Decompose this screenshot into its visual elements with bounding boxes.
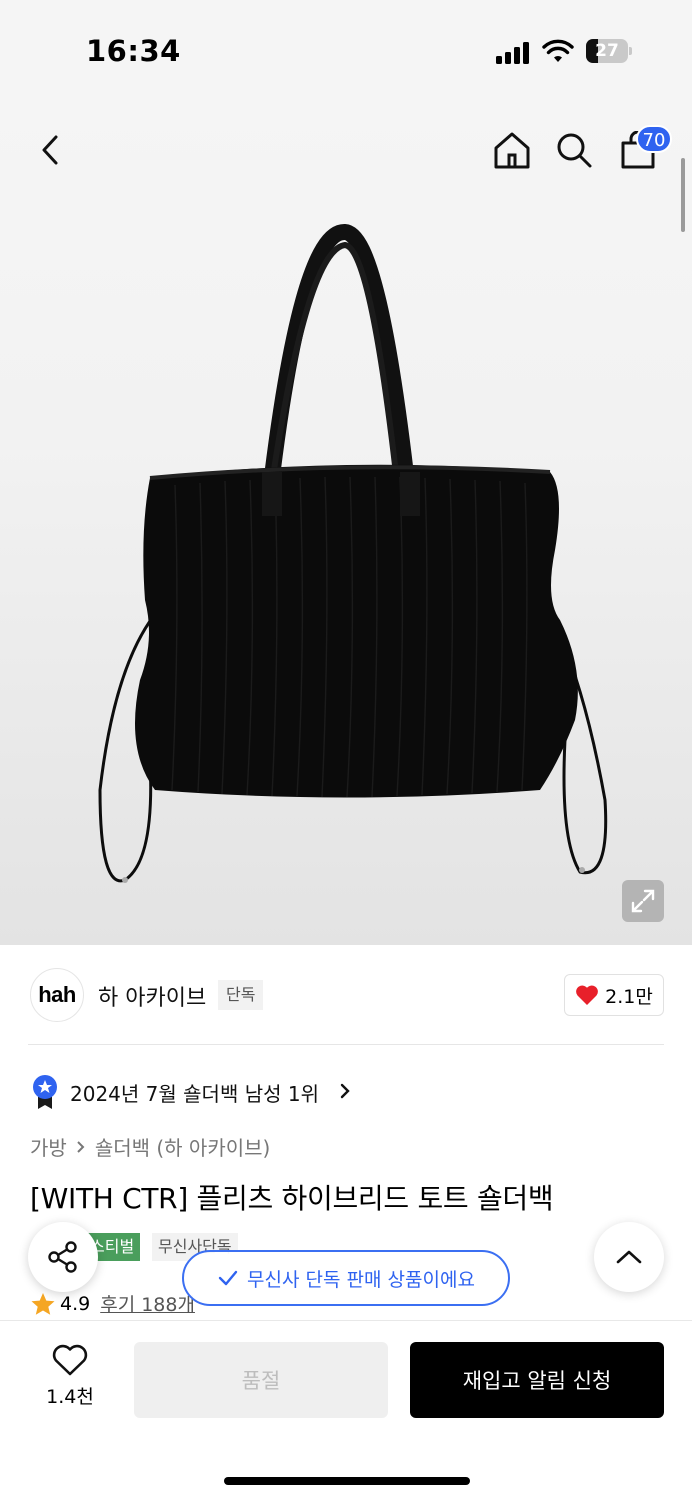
restock-alert-button[interactable]: 재입고 알림 신청 <box>410 1342 664 1418</box>
heart-filled-icon <box>576 985 599 1005</box>
divider <box>28 1044 664 1045</box>
soldout-button[interactable]: 품절 <box>134 1342 388 1418</box>
status-time: 16:34 <box>86 34 181 68</box>
brand-like-button[interactable]: 2.1만 <box>564 974 664 1016</box>
cart-count-badge: 70 <box>636 125 672 153</box>
cellular-signal-icon <box>496 40 532 64</box>
scrollbar[interactable] <box>681 158 685 232</box>
star-icon <box>31 1292 55 1315</box>
heart-outline-icon <box>52 1344 88 1376</box>
home-icon <box>494 132 530 169</box>
home-indicator <box>224 1477 470 1485</box>
chevron-up-icon <box>616 1250 642 1264</box>
back-button[interactable] <box>26 126 74 174</box>
wishlist-button[interactable]: 1.4천 <box>40 1344 100 1409</box>
brand-like-count: 2.1만 <box>605 985 653 1008</box>
chevron-right-icon <box>340 1083 350 1099</box>
brand-logo[interactable]: hah <box>30 968 84 1022</box>
scroll-top-button[interactable] <box>594 1222 664 1292</box>
search-icon <box>557 133 592 168</box>
rating-value: 4.9 <box>60 1292 91 1315</box>
review-count-link[interactable]: 후기 188개 <box>100 1290 195 1317</box>
tote-bag-image <box>98 224 608 883</box>
exclusive-toast: 무신사 단독 판매 상품이에요 <box>182 1250 510 1306</box>
ranking-text[interactable]: 2024년 7월 숄더백 남성 1위 <box>70 1078 319 1107</box>
battery-icon: 27 <box>586 39 632 63</box>
breadcrumb-category[interactable]: 가방 <box>30 1132 67 1161</box>
wifi-icon <box>542 39 574 62</box>
brand-name[interactable]: 하 아카이브 <box>98 980 206 1012</box>
search-button[interactable] <box>550 126 598 174</box>
product-title: [WITH CTR] 플리츠 하이브리드 토트 숄더백 <box>30 1182 554 1215</box>
share-icon <box>48 1241 77 1273</box>
toast-text: 무신사 단독 판매 상품이에요 <box>247 1268 475 1291</box>
battery-level: 27 <box>595 41 619 61</box>
chevron-right-icon <box>77 1140 85 1153</box>
back-icon <box>42 135 58 165</box>
ranking-badge-icon <box>33 1075 57 1109</box>
rating-row[interactable]: 4.9 후기 188개 <box>30 1290 195 1317</box>
breadcrumb: 가방 숄더백 (하 아카이브) <box>30 1132 270 1161</box>
product-image[interactable] <box>0 100 692 945</box>
expand-icon <box>631 889 655 913</box>
expand-image-button[interactable] <box>622 880 664 922</box>
share-button[interactable] <box>28 1222 98 1292</box>
check-icon <box>218 1270 238 1286</box>
breadcrumb-subcategory[interactable]: 숄더백 (하 아카이브) <box>95 1132 271 1161</box>
exclusive-badge: 단독 <box>218 980 264 1010</box>
wishlist-count: 1.4천 <box>46 1386 94 1408</box>
home-button[interactable] <box>488 126 536 174</box>
